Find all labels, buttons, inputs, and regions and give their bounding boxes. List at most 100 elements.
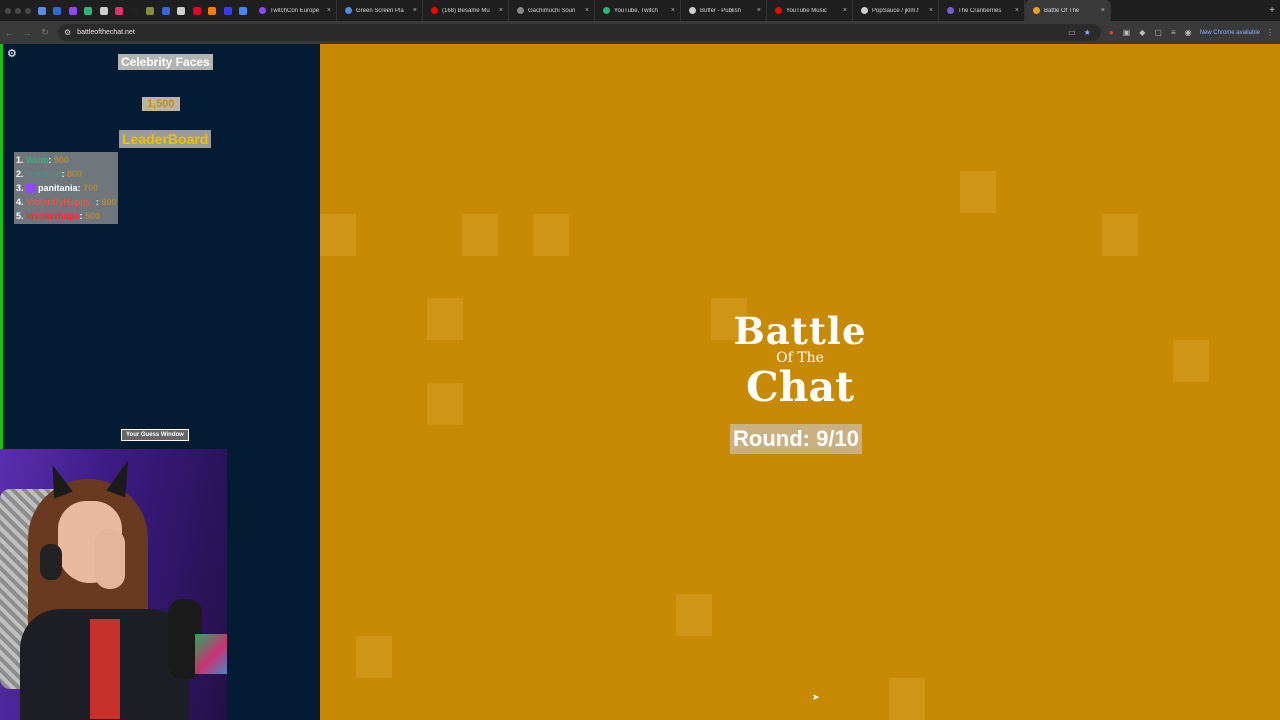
media-icon[interactable]: ≡ — [1171, 28, 1176, 37]
tab-title: YouTube, Twitch — [614, 7, 658, 14]
bookmark-star-icon[interactable]: ★ — [1084, 28, 1091, 37]
browser-tab[interactable]: YouTube Music × — [767, 0, 853, 21]
leaderboard-rank: 4. — [16, 197, 24, 207]
forward-icon[interactable]: → — [18, 28, 36, 38]
pinned-tab-14[interactable] — [236, 0, 252, 21]
pinned-tab-13[interactable] — [220, 0, 236, 21]
pinned-tab-12[interactable] — [205, 0, 221, 21]
game-stage[interactable]: Battle Of The Chat Round: 9/10 ➤ — [320, 44, 1280, 720]
browser-tab[interactable]: PopSauce / jklm.f × — [853, 0, 939, 21]
cast-icon[interactable]: ▭ — [1068, 28, 1076, 37]
tab-title: Gachimuchi Soun — [528, 7, 576, 14]
tab-favicon-icon — [689, 7, 696, 14]
pinned-tab-favicon-icon — [192, 6, 201, 15]
browser-tab[interactable]: The Cranberries × — [939, 0, 1025, 21]
pinned-tab-4[interactable] — [81, 0, 97, 21]
leaderboard-row: 5. invokerhope: 500 — [16, 211, 101, 221]
site-info-icon[interactable]: ⚙ — [64, 28, 71, 37]
pinned-tab-9[interactable] — [158, 0, 174, 21]
leaderboard-points: 600 — [101, 197, 117, 207]
pinned-tab-10[interactable] — [174, 0, 190, 21]
close-tab-icon[interactable]: × — [499, 7, 503, 14]
category-title: Celebrity Faces — [118, 54, 213, 70]
close-tab-icon[interactable]: × — [757, 7, 761, 14]
pinned-tab-favicon-icon — [99, 6, 108, 15]
pinned-tab-favicon-icon — [84, 6, 93, 15]
pinned-tab-favicon-icon — [223, 6, 232, 15]
extension-shield-icon[interactable]: ◆ — [1139, 28, 1145, 37]
tab-favicon-icon — [1033, 7, 1040, 14]
pinned-tab-3[interactable] — [65, 0, 81, 21]
extension-red-icon[interactable]: ● — [1109, 28, 1114, 37]
tab-favicon-icon — [431, 7, 438, 14]
url-text[interactable]: battleofthechat.net — [77, 29, 1062, 36]
pinned-tab-7[interactable] — [127, 0, 143, 21]
pinned-tab-11[interactable] — [189, 0, 205, 21]
close-tab-icon[interactable]: × — [413, 7, 417, 14]
tab-favicon-icon — [345, 7, 352, 14]
new-tab-button[interactable]: + — [1264, 5, 1280, 16]
address-bar[interactable]: ⚙ battleofthechat.net ▭ ★ — [58, 24, 1101, 41]
pinned-tab-6[interactable] — [112, 0, 128, 21]
extension-icon[interactable]: ▣ — [1123, 28, 1131, 37]
pinned-tab-favicon-icon — [208, 6, 217, 15]
chrome-menu-icon[interactable]: ⋮ — [1266, 28, 1280, 37]
leaderboard-points: 500 — [85, 211, 101, 221]
close-tab-icon[interactable]: × — [929, 7, 933, 14]
score-badge: 1,500 — [142, 97, 180, 111]
back-icon[interactable]: ← — [0, 28, 18, 38]
pinned-tab-favicon-icon — [177, 6, 186, 15]
browser-tab[interactable]: YouTube, Twitch × — [595, 0, 681, 21]
leaderboard-username: invokerhope — [26, 211, 80, 221]
pinned-tab-favicon-icon — [68, 6, 77, 15]
close-tab-icon[interactable]: × — [585, 7, 589, 14]
mouse-cursor-icon: ➤ — [812, 692, 820, 702]
extensions-puzzle-icon[interactable]: ▢ — [1154, 28, 1162, 37]
webcam-overlay — [0, 449, 227, 720]
gear-icon[interactable]: ⚙ — [7, 47, 17, 60]
close-tab-icon[interactable]: × — [327, 7, 331, 14]
leaderboard-rank: 2. — [16, 169, 24, 179]
pinned-tab-5[interactable] — [96, 0, 112, 21]
window-controls[interactable] — [0, 0, 34, 21]
close-tab-icon[interactable]: × — [843, 7, 847, 14]
tab-title: The Cranberries — [958, 7, 1002, 14]
logo-line-1: Battle — [733, 309, 867, 353]
round-indicator: Round: 9/10 — [730, 424, 862, 454]
leaderboard-row: 2. Noob_ai: 800 — [16, 169, 83, 179]
leaderboard-points: 900 — [53, 155, 69, 165]
tab-title: PopSauce / jklm.f — [872, 7, 919, 14]
pinned-tab-favicon-icon — [37, 6, 46, 15]
new-chrome-available-button[interactable]: New Chrome available — [1200, 30, 1266, 36]
profile-avatar-icon[interactable]: ◉ — [1185, 28, 1192, 37]
browser-tab[interactable]: (168) Besame Mu × — [423, 0, 509, 21]
pinned-tab-favicon-icon — [115, 6, 124, 15]
twitch-icon — [26, 184, 37, 194]
leaderboard-username: Noob_ai — [26, 169, 62, 179]
leaderboard-title: LeaderBoard — [119, 130, 212, 148]
leaderboard-row: 3. panitania: 700 — [16, 183, 99, 194]
leaderboard-username: panitania — [38, 183, 78, 193]
browser-tab[interactable]: TwitchCon Europe × — [251, 0, 337, 21]
tab-favicon-icon — [259, 7, 266, 14]
reload-icon[interactable]: ↻ — [36, 27, 54, 38]
tab-title: Buffer - Publish — [700, 7, 741, 14]
guess-window-button[interactable]: Your Guess Window — [121, 429, 189, 441]
browser-tab[interactable]: Gachimuchi Soun × — [509, 0, 595, 21]
tab-favicon-icon — [775, 7, 782, 14]
tab-favicon-icon — [861, 7, 868, 14]
leaderboard-list: 1. Wrim: 900 2. Noob_ai: 800 3. panitania:… — [14, 152, 119, 224]
close-tab-icon[interactable]: × — [1101, 7, 1105, 14]
tab-favicon-icon — [517, 7, 524, 14]
pinned-tab-favicon-icon — [161, 6, 170, 15]
close-tab-icon[interactable]: × — [1015, 7, 1019, 14]
close-tab-icon[interactable]: × — [671, 7, 675, 14]
tab-title: (168) Besame Mu — [442, 7, 490, 14]
pinned-tab-2[interactable] — [50, 0, 66, 21]
browser-tab[interactable]: Green Screen Pla × — [337, 0, 423, 21]
pinned-tab-8[interactable] — [143, 0, 159, 21]
browser-tab[interactable]: Battle Of The × — [1025, 0, 1111, 21]
browser-tab[interactable]: Buffer - Publish × — [681, 0, 767, 21]
pinned-tab-1[interactable] — [34, 0, 50, 21]
tab-title: YouTube Music — [786, 7, 827, 14]
